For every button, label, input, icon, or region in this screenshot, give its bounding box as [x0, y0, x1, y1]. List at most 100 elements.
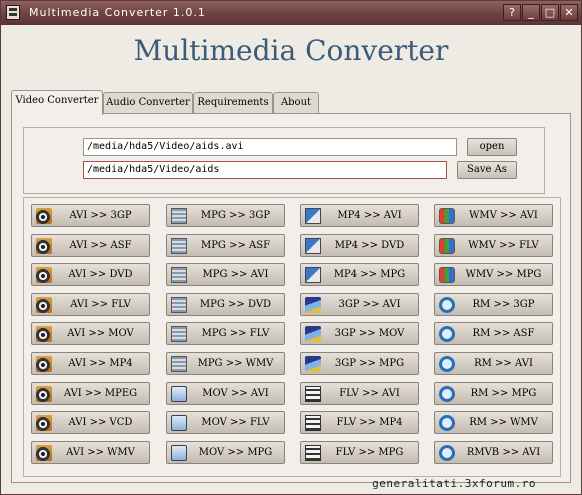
convert-button[interactable]: FLV >> MP4: [300, 411, 419, 434]
convert-button-label: WMV >> FLV: [468, 240, 539, 251]
rm-icon: [439, 326, 455, 342]
convert-button[interactable]: AVI >> FLV: [31, 293, 150, 316]
tab-video-converter[interactable]: Video Converter: [11, 90, 103, 115]
avi-icon: [36, 238, 52, 254]
convert-button-label: MPG >> WMV: [197, 358, 274, 369]
convert-button[interactable]: AVI >> 3GP: [31, 204, 150, 227]
convert-button[interactable]: RMVB >> AVI: [434, 441, 553, 464]
convert-button[interactable]: AVI >> MOV: [31, 322, 150, 345]
convert-button-label: RM >> ASF: [472, 328, 535, 339]
convert-button-label: AVI >> MPEG: [63, 388, 138, 399]
convert-button-label: FLV >> MP4: [336, 417, 403, 428]
convert-button-label: AVI >> VCD: [68, 417, 133, 428]
tab-audio-converter[interactable]: Audio Converter: [103, 92, 193, 114]
converter-grid: AVI >> 3GP MPG >> 3GP MP4 >> AVI WMV >> AVI…: [23, 197, 561, 477]
convert-button-label: MPG >> 3GP: [200, 210, 271, 221]
convert-button-label: MPG >> FLV: [201, 328, 270, 339]
convert-button[interactable]: 3GP >> MPG: [300, 352, 419, 375]
open-button[interactable]: open: [467, 138, 517, 156]
rm-icon: [439, 297, 455, 313]
maximize-button[interactable]: □: [541, 4, 559, 21]
convert-button[interactable]: WMV >> AVI: [434, 204, 553, 227]
convert-button[interactable]: 3GP >> AVI: [300, 293, 419, 316]
mpg-icon: [171, 267, 187, 283]
convert-button[interactable]: MPG >> 3GP: [166, 204, 285, 227]
path-group: /media/hda5/Video/aids.avi open /media/h…: [23, 127, 545, 194]
convert-button-label: AVI >> 3GP: [69, 210, 132, 221]
avi-icon: [36, 386, 52, 402]
convert-button[interactable]: AVI >> MP4: [31, 352, 150, 375]
mov-icon: [171, 415, 187, 431]
convert-button-label: MPG >> AVI: [202, 269, 269, 280]
convert-button-label: WMV >> MPG: [465, 269, 542, 280]
app-window: Multimedia Converter 1.0.1 ? _ □ ✕ Multi…: [0, 0, 582, 495]
convert-button-label: MPG >> ASF: [200, 240, 271, 251]
convert-button[interactable]: MP4 >> AVI: [300, 204, 419, 227]
convert-button[interactable]: WMV >> FLV: [434, 234, 553, 257]
convert-button[interactable]: AVI >> DVD: [31, 263, 150, 286]
wmv-icon: [439, 238, 455, 254]
mpg-icon: [171, 208, 187, 224]
close-button[interactable]: ✕: [560, 4, 578, 21]
convert-button-label: RM >> MPG: [470, 388, 537, 399]
mov-icon: [171, 445, 187, 461]
convert-button-label: AVI >> WMV: [66, 447, 135, 458]
convert-button[interactable]: WMV >> MPG: [434, 263, 553, 286]
convert-button-label: 3GP >> AVI: [338, 299, 401, 310]
convert-button[interactable]: RM >> WMV: [434, 411, 553, 434]
convert-button-label: MOV >> AVI: [202, 388, 269, 399]
convert-button[interactable]: MOV >> MPG: [166, 441, 285, 464]
convert-button-label: RM >> 3GP: [472, 299, 535, 310]
convert-button-label: AVI >> FLV: [70, 299, 131, 310]
convert-button[interactable]: MPG >> ASF: [166, 234, 285, 257]
wmv-icon: [439, 267, 455, 283]
convert-button[interactable]: 3GP >> MOV: [300, 322, 419, 345]
watermark-text: generalitati.3xforum.ro: [372, 477, 536, 490]
input-path-field[interactable]: /media/hda5/Video/aids.avi: [83, 138, 457, 156]
mpg-icon: [171, 326, 187, 342]
flv-icon: [305, 445, 321, 461]
convert-button-label: MP4 >> MPG: [333, 269, 406, 280]
convert-button-label: 3GP >> MOV: [334, 328, 405, 339]
convert-button[interactable]: MPG >> AVI: [166, 263, 285, 286]
convert-button[interactable]: MP4 >> MPG: [300, 263, 419, 286]
convert-button[interactable]: RM >> ASF: [434, 322, 553, 345]
mpg-icon: [171, 297, 187, 313]
save-as-button[interactable]: Save As: [457, 161, 517, 179]
convert-button[interactable]: MPG >> WMV: [166, 352, 285, 375]
convert-button[interactable]: AVI >> VCD: [31, 411, 150, 434]
convert-button-label: WMV >> AVI: [469, 210, 538, 221]
help-button[interactable]: ?: [503, 4, 521, 21]
avi-icon: [36, 326, 52, 342]
convert-button[interactable]: RM >> AVI: [434, 352, 553, 375]
tab-about[interactable]: About: [273, 92, 319, 114]
convert-button[interactable]: MOV >> AVI: [166, 382, 285, 405]
title-bar[interactable]: Multimedia Converter 1.0.1 ? _ □ ✕: [1, 1, 581, 25]
convert-button-label: AVI >> MOV: [67, 328, 134, 339]
3gp-icon: [305, 297, 321, 313]
avi-icon: [36, 208, 52, 224]
convert-button[interactable]: RM >> 3GP: [434, 293, 553, 316]
rm-icon: [439, 356, 455, 372]
convert-button[interactable]: MP4 >> DVD: [300, 234, 419, 257]
convert-button[interactable]: FLV >> MPG: [300, 441, 419, 464]
minimize-button[interactable]: _: [522, 4, 540, 21]
convert-button-label: AVI >> MP4: [68, 358, 133, 369]
convert-button-label: MOV >> FLV: [201, 417, 270, 428]
mpg-icon: [171, 356, 187, 372]
avi-icon: [36, 415, 52, 431]
convert-button[interactable]: AVI >> WMV: [31, 441, 150, 464]
convert-button[interactable]: FLV >> AVI: [300, 382, 419, 405]
flv-icon: [305, 415, 321, 431]
convert-button[interactable]: MOV >> FLV: [166, 411, 285, 434]
convert-button[interactable]: MPG >> FLV: [166, 322, 285, 345]
convert-button[interactable]: RM >> MPG: [434, 382, 553, 405]
rm-icon: [439, 445, 455, 461]
avi-icon: [36, 356, 52, 372]
convert-button[interactable]: AVI >> MPEG: [31, 382, 150, 405]
convert-button[interactable]: MPG >> DVD: [166, 293, 285, 316]
tab-requirements[interactable]: Requirements: [193, 92, 273, 114]
convert-button[interactable]: AVI >> ASF: [31, 234, 150, 257]
output-path-field[interactable]: /media/hda5/Video/aids: [83, 161, 447, 179]
page-title: Multimedia Converter: [133, 34, 449, 67]
